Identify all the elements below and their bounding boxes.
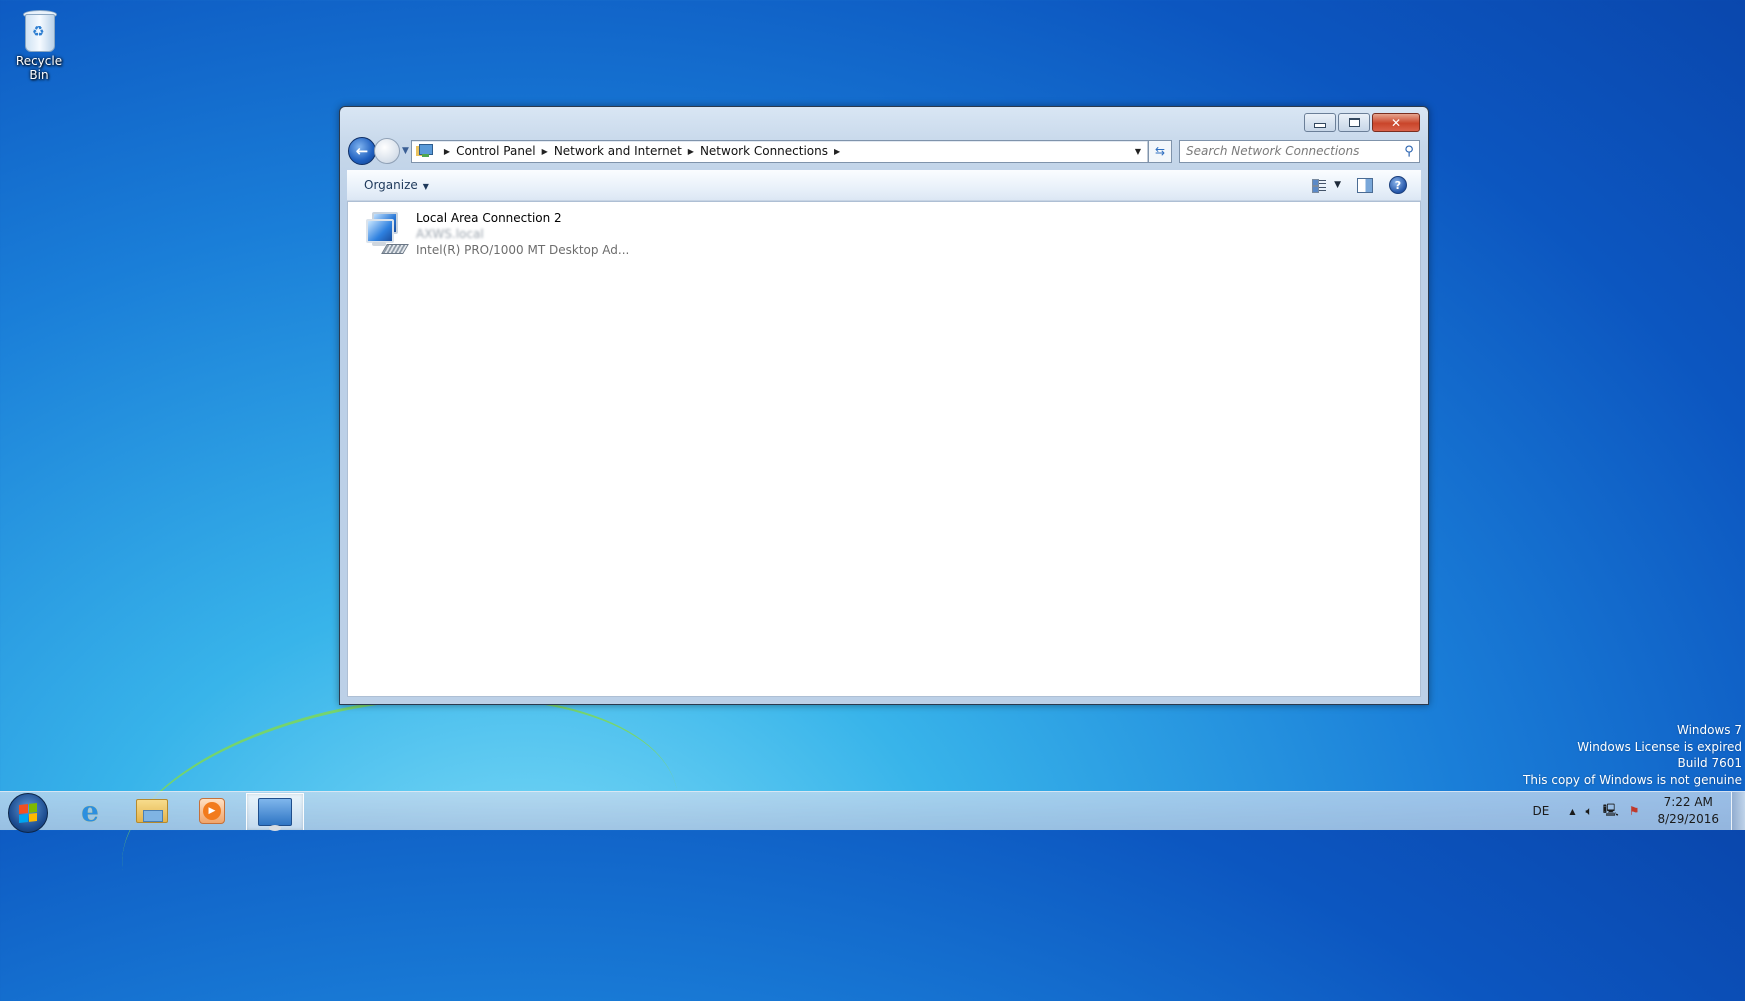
refresh-button[interactable]: ⇆ bbox=[1149, 140, 1172, 163]
back-button[interactable]: ← bbox=[348, 137, 376, 165]
breadcrumb-network-connections[interactable]: Network Connections bbox=[700, 144, 828, 158]
forward-button[interactable] bbox=[374, 138, 400, 164]
network-location-icon bbox=[416, 143, 434, 159]
breadcrumb-network-and-internet[interactable]: Network and Internet bbox=[554, 144, 682, 158]
close-icon: ✕ bbox=[1391, 116, 1401, 130]
views-icon bbox=[1312, 179, 1326, 192]
breadcrumb-control-panel[interactable]: Control Panel bbox=[456, 144, 536, 158]
breadcrumb-separator[interactable]: ▶ bbox=[688, 147, 694, 156]
search-input[interactable] bbox=[1180, 143, 1399, 159]
connection-adapter: Intel(R) PRO/1000 MT Desktop Ad... bbox=[416, 242, 629, 258]
maximize-icon bbox=[1349, 118, 1360, 127]
breadcrumb-separator[interactable]: ▶ bbox=[444, 147, 450, 156]
chevron-down-icon: ▼ bbox=[423, 182, 429, 191]
organize-label: Organize bbox=[364, 178, 418, 192]
address-history-dropdown[interactable]: ▼ bbox=[1129, 141, 1148, 162]
folder-icon bbox=[136, 799, 168, 823]
language-indicator[interactable]: DE bbox=[1533, 804, 1550, 818]
internet-explorer-icon: e bbox=[81, 795, 99, 828]
watermark-line: Windows License is expired bbox=[1523, 739, 1742, 756]
network-adapter-icon bbox=[364, 210, 408, 260]
clock[interactable]: 7:22 AM 8/29/2016 bbox=[1657, 794, 1719, 828]
maximize-button[interactable] bbox=[1338, 113, 1370, 132]
recycle-bin-icon: ♻ bbox=[21, 6, 57, 52]
network-icon[interactable]: 🖳︎ bbox=[1603, 801, 1619, 822]
connection-name: Local Area Connection 2 bbox=[416, 210, 629, 226]
taskbar-internet-explorer[interactable]: e bbox=[62, 793, 118, 829]
watermark-line: Build 7601 bbox=[1523, 755, 1742, 772]
taskbar: e ▶ DE ▲ 🔈︎ 🖳︎ ⚑ 7:22 AM 8/29/2016 bbox=[0, 791, 1745, 830]
minimize-icon bbox=[1314, 123, 1326, 128]
breadcrumb-separator[interactable]: ▶ bbox=[834, 147, 840, 156]
chevron-down-icon: ▼ bbox=[1334, 180, 1341, 190]
windows-watermark: Windows 7 Windows License is expired Bui… bbox=[1523, 722, 1742, 788]
organize-button[interactable]: Organize ▼ bbox=[364, 178, 429, 192]
desktop-icon-label: Recycle Bin bbox=[6, 54, 72, 82]
navigation-bar: ← ▼ ▶ Control Panel ▶ Network and Intern… bbox=[348, 139, 1420, 163]
help-button[interactable]: ? bbox=[1389, 176, 1407, 194]
window-controls: ✕ bbox=[1304, 113, 1420, 132]
taskbar-control-panel[interactable] bbox=[246, 793, 304, 830]
watermark-line: This copy of Windows is not genuine bbox=[1523, 772, 1742, 789]
control-panel-icon bbox=[258, 798, 292, 826]
connection-status: AXWS.local bbox=[416, 226, 629, 242]
command-bar: Organize ▼ ▼ ? bbox=[347, 170, 1421, 201]
close-button[interactable]: ✕ bbox=[1372, 113, 1420, 132]
show-desktop-button[interactable] bbox=[1731, 792, 1745, 830]
wallpaper-arc bbox=[104, 662, 695, 1000]
volume-icon[interactable]: 🔈︎ bbox=[1585, 804, 1592, 819]
connection-item[interactable]: Local Area Connection 2 AXWS.local Intel… bbox=[360, 208, 633, 262]
action-center-flag-icon[interactable]: ⚑ bbox=[1629, 804, 1640, 818]
clock-date: 8/29/2016 bbox=[1657, 811, 1719, 828]
back-arrow-icon: ← bbox=[356, 142, 369, 160]
windows-logo-icon bbox=[19, 803, 37, 823]
watermark-line: Windows 7 bbox=[1523, 722, 1742, 739]
recent-pages-dropdown[interactable]: ▼ bbox=[402, 146, 409, 156]
minimize-button[interactable] bbox=[1304, 113, 1336, 132]
search-icon[interactable]: ⚲ bbox=[1399, 144, 1419, 159]
change-view-button[interactable]: ▼ bbox=[1312, 179, 1341, 192]
clock-time: 7:22 AM bbox=[1657, 794, 1719, 811]
desktop-icon-recycle-bin[interactable]: ♻ Recycle Bin bbox=[6, 6, 72, 82]
network-connections-window: ✕ ← ▼ ▶ Control Panel ▶ Network and Inte… bbox=[339, 106, 1429, 705]
connections-list: Local Area Connection 2 AXWS.local Intel… bbox=[347, 201, 1421, 697]
start-button[interactable] bbox=[8, 793, 48, 833]
system-tray: DE ▲ 🔈︎ 🖳︎ ⚑ 7:22 AM 8/29/2016 bbox=[1533, 792, 1745, 830]
media-player-icon: ▶ bbox=[199, 798, 225, 824]
address-bar[interactable]: ▶ Control Panel ▶ Network and Internet ▶… bbox=[411, 140, 1149, 163]
preview-pane-button[interactable] bbox=[1357, 178, 1373, 193]
show-hidden-icons-button[interactable]: ▲ bbox=[1569, 807, 1575, 816]
taskbar-media-player[interactable]: ▶ bbox=[184, 793, 240, 829]
breadcrumb-separator[interactable]: ▶ bbox=[542, 147, 548, 156]
refresh-icon: ⇆ bbox=[1155, 144, 1165, 158]
search-box: ⚲ bbox=[1179, 140, 1420, 163]
taskbar-windows-explorer[interactable] bbox=[124, 793, 180, 829]
